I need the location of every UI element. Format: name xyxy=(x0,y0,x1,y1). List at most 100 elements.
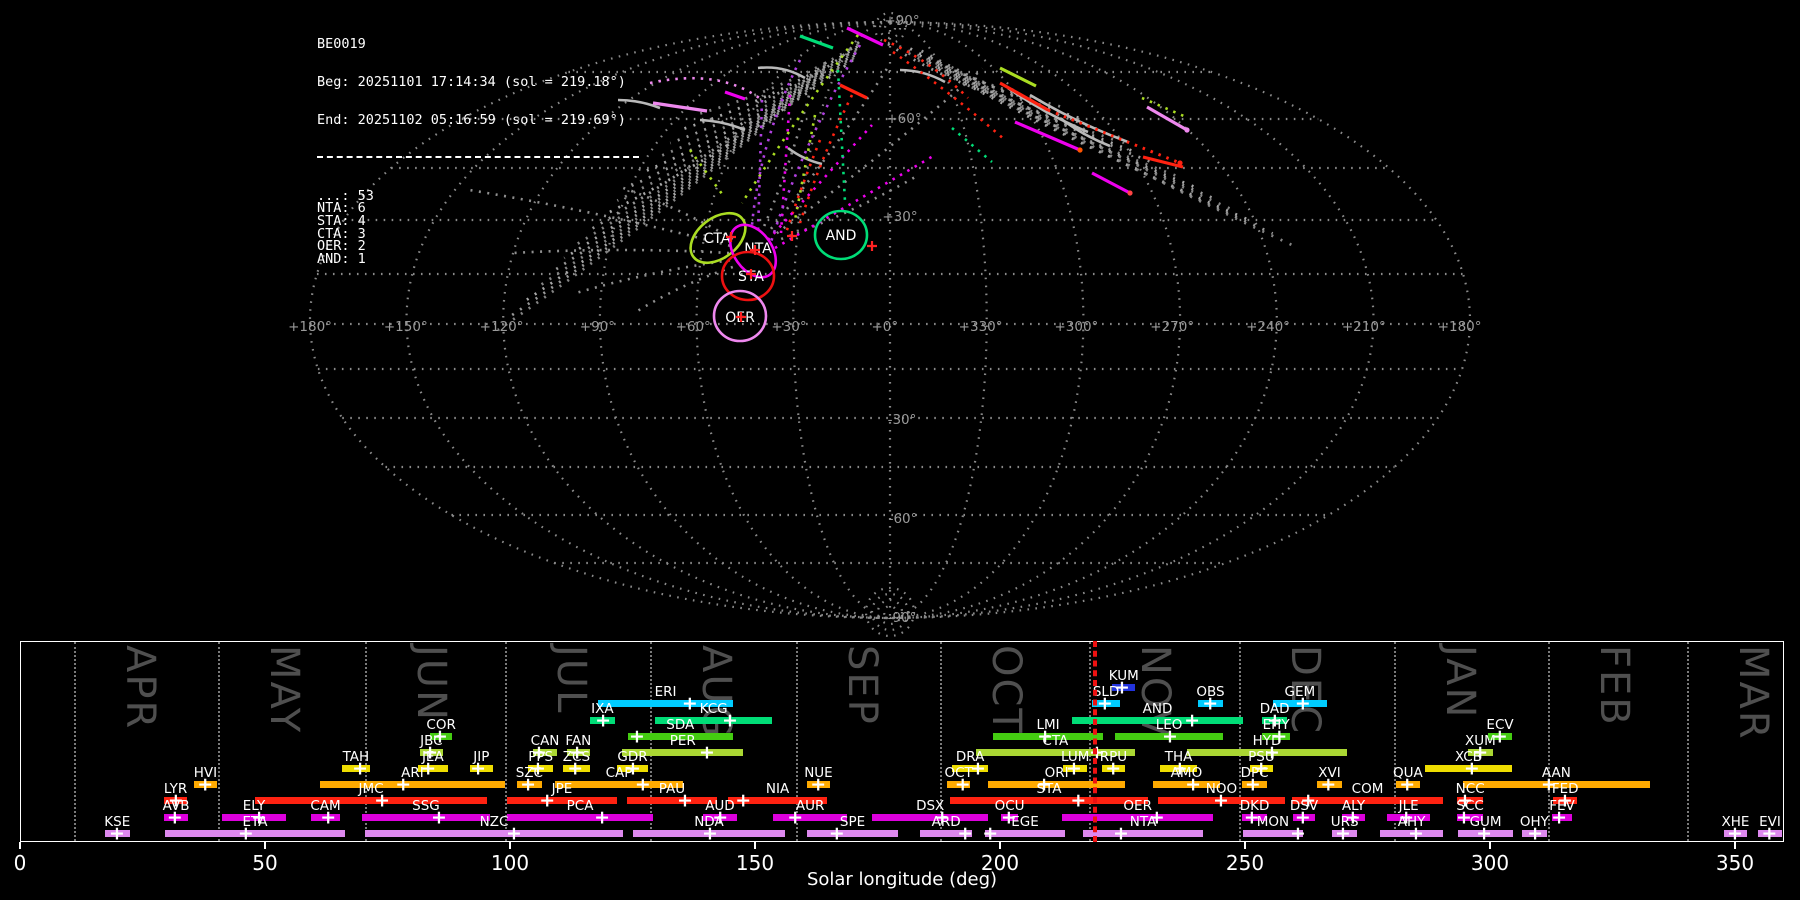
shower-max-marker: + xyxy=(828,822,845,844)
shower-max-marker: + xyxy=(676,789,693,811)
shower-label: AND xyxy=(1142,701,1173,717)
month-label: JUN xyxy=(407,645,454,722)
shower-bar-AUR xyxy=(773,814,848,821)
shower-label: CTA xyxy=(1042,733,1069,749)
shower-bar-ARI xyxy=(319,781,506,788)
x-axis-tick xyxy=(1244,842,1246,849)
x-axis-tick xyxy=(999,842,1001,849)
count-value: 1 xyxy=(357,250,366,267)
shower-max-marker: + xyxy=(810,773,827,795)
shower-max-marker: + xyxy=(505,822,522,844)
shower-max-marker: + xyxy=(594,806,611,828)
x-axis-title: Solar longitude (deg) xyxy=(806,869,998,890)
month-gridline xyxy=(505,642,508,841)
month-label: JAN xyxy=(1436,645,1483,720)
shower-max-marker: + xyxy=(1727,822,1743,844)
shower-max-marker: + xyxy=(1408,822,1424,844)
x-axis-tick xyxy=(754,842,756,849)
shower-max-marker: + xyxy=(1184,709,1201,731)
shower-bar-ETA xyxy=(165,830,345,837)
month-gridline xyxy=(73,642,76,841)
shower-bar-STA xyxy=(950,797,1148,804)
shower-max-marker: + xyxy=(1551,806,1568,828)
shower-max-marker: + xyxy=(634,773,651,795)
shower-label: NTA xyxy=(1129,814,1157,830)
x-axis-tick-label: 350 xyxy=(1715,851,1755,875)
shower-max-marker: + xyxy=(628,725,645,747)
shower-bar-PCA xyxy=(507,814,654,821)
shower-max-marker: + xyxy=(197,773,214,795)
month-label: MAY xyxy=(260,645,307,735)
station-id: BE0019 xyxy=(317,36,366,53)
month-gridline xyxy=(650,642,653,841)
shower-bar-JMC xyxy=(255,797,487,804)
x-axis-tick-label: 0 xyxy=(13,851,27,875)
shower-max-marker: + xyxy=(320,806,337,828)
shower-label: NZC xyxy=(479,814,509,830)
shower-max-marker: + xyxy=(109,822,125,844)
shower-max-marker: + xyxy=(982,822,999,844)
shower-label: MON xyxy=(1256,814,1290,830)
shower-max-marker: + xyxy=(1399,773,1416,795)
begin-time: Beg: 20251101 17:14:34 (sol = 219.18°) xyxy=(317,73,626,90)
shower-max-marker: + xyxy=(1185,773,1202,795)
shower-max-marker: + xyxy=(470,757,487,779)
shower-max-marker: + xyxy=(237,822,254,844)
shower-max-marker: + xyxy=(352,757,369,779)
shower-bar-SPE xyxy=(806,830,899,837)
shower-label: PER xyxy=(669,733,696,749)
shower-max-marker: + xyxy=(1320,773,1337,795)
shower-label: ARD xyxy=(931,814,961,830)
shower-bar-NTA xyxy=(1083,830,1203,837)
shower-max-marker: + xyxy=(1213,789,1229,811)
shower-bar-JPE xyxy=(507,797,617,804)
shower-max-marker: + xyxy=(520,773,537,795)
end-time: End: 20251102 05:16:59 (sol = 219.69°) xyxy=(317,111,626,128)
shower-max-marker: + xyxy=(1162,725,1178,747)
header-separator xyxy=(317,155,639,158)
current-sol-cursor xyxy=(1095,641,1098,842)
shower-label: EGE xyxy=(1011,814,1039,830)
shower-label: COM xyxy=(1351,781,1384,797)
month-gridline xyxy=(1393,642,1396,841)
month-gridline xyxy=(1686,642,1689,841)
month-label: APR xyxy=(116,645,163,731)
count-code: AND xyxy=(317,250,342,267)
shower-label: ERI xyxy=(654,684,677,700)
month-label: SEP xyxy=(839,645,886,726)
shower-max-marker: + xyxy=(1761,822,1778,844)
shower-max-marker: + xyxy=(430,806,447,828)
shower-max-marker: + xyxy=(166,806,183,828)
month-gridline xyxy=(217,642,220,841)
x-axis-tick-label: 250 xyxy=(1225,851,1265,875)
x-axis-tick-label: 300 xyxy=(1470,851,1510,875)
shower-label: NIA xyxy=(765,781,790,797)
shower-max-marker: + xyxy=(722,709,738,731)
x-axis-tick-label: 150 xyxy=(735,851,775,875)
shower-max-marker: + xyxy=(567,757,584,779)
x-axis-tick-label: 100 xyxy=(490,851,530,875)
month-label: MAR xyxy=(1729,645,1776,741)
activity-timeline-chart: Solar longitude (deg) APR MAY JUN JUL AUG SEP… xyxy=(0,0,1800,900)
shower-counts: ...: 53 NTA: 6 STA: 4 CTA: 3 OER: 2 AND: 1 xyxy=(317,189,639,267)
shower-label: CAP xyxy=(605,765,633,781)
shower-label: SDA xyxy=(666,717,695,733)
shower-max-marker: + xyxy=(1244,773,1261,795)
shower-max-marker: + xyxy=(1202,692,1219,714)
shower-max-marker: + xyxy=(954,773,971,795)
shower-max-marker: + xyxy=(595,709,612,731)
month-label: FEB xyxy=(1590,645,1637,727)
shower-max-marker: + xyxy=(1463,757,1480,779)
shower-max-marker: + xyxy=(1096,692,1113,714)
count-line: AND: 1 xyxy=(317,250,366,267)
month-gridline xyxy=(364,642,367,841)
shower-bar-DSX xyxy=(872,814,989,821)
shower-max-marker: + xyxy=(787,806,804,828)
shower-max-marker: + xyxy=(1113,822,1129,844)
shower-max-marker: + xyxy=(681,692,698,714)
shower-max-marker: + xyxy=(1070,789,1087,811)
shower-bar-NZC xyxy=(364,830,624,837)
shower-label: PCA xyxy=(566,798,594,814)
shower-max-marker: + xyxy=(699,741,715,763)
x-axis-tick xyxy=(19,842,21,849)
